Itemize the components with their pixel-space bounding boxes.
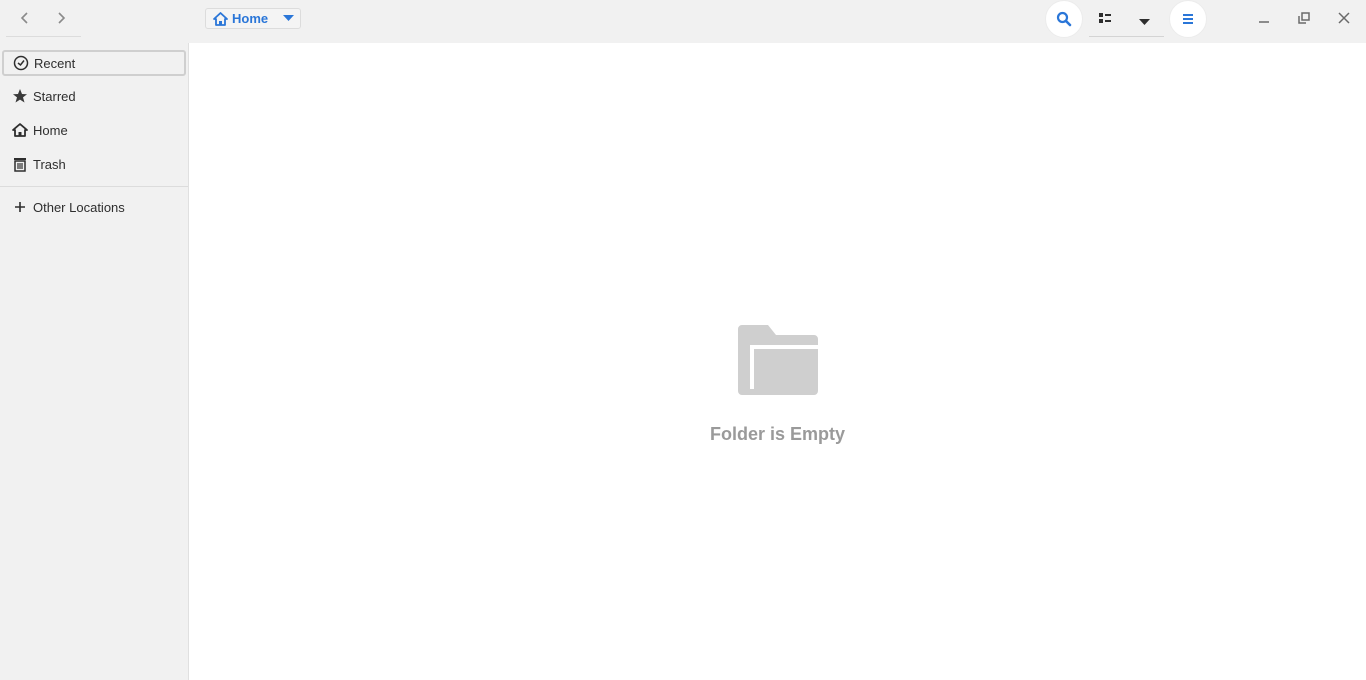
path-label: Home xyxy=(232,11,269,26)
list-view-icon xyxy=(1099,13,1111,23)
path-bar-home[interactable]: Home xyxy=(205,8,301,29)
sidebar-item-trash[interactable]: Trash xyxy=(2,153,182,175)
view-options-dropdown[interactable] xyxy=(1139,13,1150,31)
sidebar-item-label: Trash xyxy=(33,156,66,172)
sidebar-item-label: Recent xyxy=(34,55,76,71)
close-button[interactable] xyxy=(1334,8,1354,28)
maximize-icon xyxy=(1298,12,1310,24)
search-icon xyxy=(1056,11,1072,27)
view-controls-underline xyxy=(1089,36,1164,37)
sidebar-item-starred[interactable]: Starred xyxy=(2,85,182,107)
home-icon xyxy=(213,11,228,26)
chevron-left-icon xyxy=(20,12,28,24)
triangle-down-icon[interactable] xyxy=(283,15,294,22)
sidebar: Recent Starred Home Trash Other Location… xyxy=(0,43,189,680)
view-controls xyxy=(1089,4,1164,37)
sidebar-item-other-locations[interactable]: Other Locations xyxy=(2,196,182,218)
sidebar-item-label: Starred xyxy=(33,88,76,104)
home-icon xyxy=(11,121,29,139)
star-icon xyxy=(11,87,29,105)
back-button[interactable] xyxy=(12,5,38,31)
sidebar-item-home[interactable]: Home xyxy=(2,119,182,141)
hamburger-icon xyxy=(1183,14,1193,24)
empty-message: Folder is Empty xyxy=(709,424,846,444)
search-button[interactable] xyxy=(1045,0,1083,38)
nav-divider xyxy=(6,36,81,37)
forward-button[interactable] xyxy=(48,5,74,31)
menu-button[interactable] xyxy=(1169,0,1207,38)
trash-icon xyxy=(11,155,29,173)
view-toggle-button[interactable] xyxy=(1099,11,1113,29)
sidebar-item-label: Other Locations xyxy=(33,199,125,215)
empty-state: Folder is Empty xyxy=(189,323,1366,445)
sidebar-item-recent[interactable]: Recent xyxy=(2,50,186,76)
sidebar-divider xyxy=(0,186,188,187)
clock-icon xyxy=(12,54,30,72)
minimize-button[interactable] xyxy=(1254,8,1274,28)
triangle-down-icon xyxy=(1139,19,1150,25)
header-bar: Home xyxy=(0,0,1366,43)
close-icon xyxy=(1338,12,1350,24)
plus-icon xyxy=(11,198,29,216)
minimize-icon xyxy=(1259,21,1269,23)
folder-icon xyxy=(737,325,818,395)
sidebar-item-label: Home xyxy=(33,122,68,138)
maximize-button[interactable] xyxy=(1294,8,1314,28)
chevron-right-icon xyxy=(58,12,66,24)
file-view[interactable]: Folder is Empty xyxy=(189,43,1366,680)
